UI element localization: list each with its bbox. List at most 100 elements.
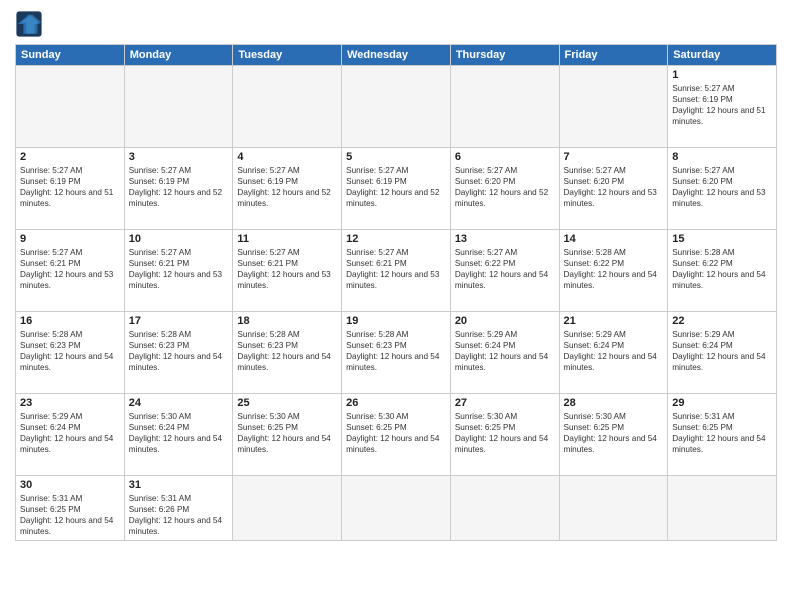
day-number: 27 [455,397,555,409]
calendar-cell [450,476,559,541]
calendar-cell: 30 Sunrise: 5:31 AMSunset: 6:25 PMDayligh… [16,476,125,541]
calendar-cell: 5Sunrise: 5:27 AMSunset: 6:19 PMDaylight… [342,148,451,230]
day-number: 18 [237,315,337,327]
day-number: 22 [672,315,772,327]
cell-info: Sunrise: 5:30 AMSunset: 6:25 PMDaylight:… [346,411,446,455]
calendar-cell: 26Sunrise: 5:30 AMSunset: 6:25 PMDayligh… [342,394,451,476]
cell-info: Sunrise: 5:27 AMSunset: 6:20 PMDaylight:… [455,165,555,209]
day-number: 7 [564,151,664,163]
day-number: 15 [672,233,772,245]
calendar-week-4: 16 Sunrise: 5:28 AMSunset: 6:23 PMDayligh… [16,312,777,394]
calendar-cell: 9 Sunrise: 5:27 AMSunset: 6:21 PMDaylight… [16,230,125,312]
day-number: 12 [346,233,446,245]
day-number: 13 [455,233,555,245]
calendar-cell [233,66,342,148]
day-number: 21 [564,315,664,327]
day-number: 9 [20,233,120,245]
calendar-cell: 4Sunrise: 5:27 AMSunset: 6:19 PMDaylight… [233,148,342,230]
day-number: 19 [346,315,446,327]
cell-info: Sunrise: 5:27 AMSunset: 6:21 PMDaylight:… [20,247,120,291]
calendar-cell: 22 Sunrise: 5:29 AMSunset: 6:24 PMDayligh… [668,312,777,394]
cell-info: Sunrise: 5:31 AMSunset: 6:25 PMDaylight:… [20,493,120,537]
calendar-cell: 18 Sunrise: 5:28 AMSunset: 6:23 PMDayligh… [233,312,342,394]
cell-info: Sunrise: 5:30 AMSunset: 6:25 PMDaylight:… [564,411,664,455]
cell-info: Sunrise: 5:31 AMSunset: 6:25 PMDaylight:… [672,411,772,455]
calendar-cell: 3 Sunrise: 5:27 AMSunset: 6:19 PMDaylight… [124,148,233,230]
calendar-cell: 1 Sunrise: 5:27 AMSunset: 6:19 PMDaylight… [668,66,777,148]
calendar-cell [559,66,668,148]
cell-info: Sunrise: 5:27 AMSunset: 6:19 PMDaylight:… [672,83,772,127]
logo [15,10,47,38]
day-number: 20 [455,315,555,327]
calendar-cell: 12 Sunrise: 5:27 AMSunset: 6:21 PMDayligh… [342,230,451,312]
cell-info: Sunrise: 5:27 AMSunset: 6:21 PMDaylight:… [346,247,446,291]
calendar-week-5: 23Sunrise: 5:29 AMSunset: 6:24 PMDayligh… [16,394,777,476]
calendar-cell: 2Sunrise: 5:27 AMSunset: 6:19 PMDaylight… [16,148,125,230]
day-number: 16 [20,315,120,327]
calendar-week-3: 9 Sunrise: 5:27 AMSunset: 6:21 PMDaylight… [16,230,777,312]
day-number: 2 [20,151,120,163]
day-number: 17 [129,315,229,327]
calendar-cell: 23Sunrise: 5:29 AMSunset: 6:24 PMDayligh… [16,394,125,476]
calendar-cell [124,66,233,148]
cell-info: Sunrise: 5:27 AMSunset: 6:19 PMDaylight:… [129,165,229,209]
day-number: 6 [455,151,555,163]
calendar-cell: 6 Sunrise: 5:27 AMSunset: 6:20 PMDaylight… [450,148,559,230]
calendar-cell: 29 Sunrise: 5:31 AMSunset: 6:25 PMDayligh… [668,394,777,476]
calendar-week-1: 1 Sunrise: 5:27 AMSunset: 6:19 PMDaylight… [16,66,777,148]
day-number: 3 [129,151,229,163]
day-number: 1 [672,69,772,81]
column-header-friday: Friday [559,45,668,66]
calendar-cell [450,66,559,148]
cell-info: Sunrise: 5:29 AMSunset: 6:24 PMDaylight:… [672,329,772,373]
calendar-cell: 11 Sunrise: 5:27 AMSunset: 6:21 PMDayligh… [233,230,342,312]
calendar-cell: 24 Sunrise: 5:30 AMSunset: 6:24 PMDayligh… [124,394,233,476]
calendar-week-6: 30 Sunrise: 5:31 AMSunset: 6:25 PMDayligh… [16,476,777,541]
calendar-cell: 10Sunrise: 5:27 AMSunset: 6:21 PMDayligh… [124,230,233,312]
cell-info: Sunrise: 5:27 AMSunset: 6:20 PMDaylight:… [672,165,772,209]
calendar-cell: 20 Sunrise: 5:29 AMSunset: 6:24 PMDayligh… [450,312,559,394]
day-number: 30 [20,479,120,491]
day-number: 31 [129,479,229,491]
day-number: 8 [672,151,772,163]
day-number: 24 [129,397,229,409]
cell-info: Sunrise: 5:28 AMSunset: 6:22 PMDaylight:… [564,247,664,291]
day-number: 25 [237,397,337,409]
cell-info: Sunrise: 5:29 AMSunset: 6:24 PMDaylight:… [455,329,555,373]
column-header-wednesday: Wednesday [342,45,451,66]
cell-info: Sunrise: 5:28 AMSunset: 6:23 PMDaylight:… [237,329,337,373]
column-header-saturday: Saturday [668,45,777,66]
calendar-cell: 28 Sunrise: 5:30 AMSunset: 6:25 PMDayligh… [559,394,668,476]
cell-info: Sunrise: 5:29 AMSunset: 6:24 PMDaylight:… [20,411,120,455]
calendar-cell [342,66,451,148]
day-number: 14 [564,233,664,245]
column-header-thursday: Thursday [450,45,559,66]
calendar-cell [342,476,451,541]
calendar-cell: 17Sunrise: 5:28 AMSunset: 6:23 PMDayligh… [124,312,233,394]
cell-info: Sunrise: 5:30 AMSunset: 6:24 PMDaylight:… [129,411,229,455]
day-number: 11 [237,233,337,245]
calendar-cell: 8 Sunrise: 5:27 AMSunset: 6:20 PMDaylight… [668,148,777,230]
day-number: 29 [672,397,772,409]
header [15,10,777,38]
calendar-cell: 7Sunrise: 5:27 AMSunset: 6:20 PMDaylight… [559,148,668,230]
calendar-cell: 21Sunrise: 5:29 AMSunset: 6:24 PMDayligh… [559,312,668,394]
cell-info: Sunrise: 5:27 AMSunset: 6:21 PMDaylight:… [129,247,229,291]
calendar-cell: 19 Sunrise: 5:28 AMSunset: 6:23 PMDayligh… [342,312,451,394]
cell-info: Sunrise: 5:27 AMSunset: 6:19 PMDaylight:… [346,165,446,209]
cell-info: Sunrise: 5:27 AMSunset: 6:21 PMDaylight:… [237,247,337,291]
calendar-cell: 15Sunrise: 5:28 AMSunset: 6:22 PMDayligh… [668,230,777,312]
calendar-cell [233,476,342,541]
calendar-cell [668,476,777,541]
day-number: 28 [564,397,664,409]
cell-info: Sunrise: 5:28 AMSunset: 6:23 PMDaylight:… [346,329,446,373]
cell-info: Sunrise: 5:27 AMSunset: 6:22 PMDaylight:… [455,247,555,291]
calendar-cell: 16Sunrise: 5:28 AMSunset: 6:23 PMDayligh… [16,312,125,394]
calendar-cell [559,476,668,541]
cell-info: Sunrise: 5:30 AMSunset: 6:25 PMDaylight:… [237,411,337,455]
column-header-tuesday: Tuesday [233,45,342,66]
calendar-header-row: SundayMondayTuesdayWednesdayThursdayFrid… [16,45,777,66]
calendar-page: SundayMondayTuesdayWednesdayThursdayFrid… [0,0,792,612]
calendar-cell: 27Sunrise: 5:30 AMSunset: 6:25 PMDayligh… [450,394,559,476]
column-header-sunday: Sunday [16,45,125,66]
